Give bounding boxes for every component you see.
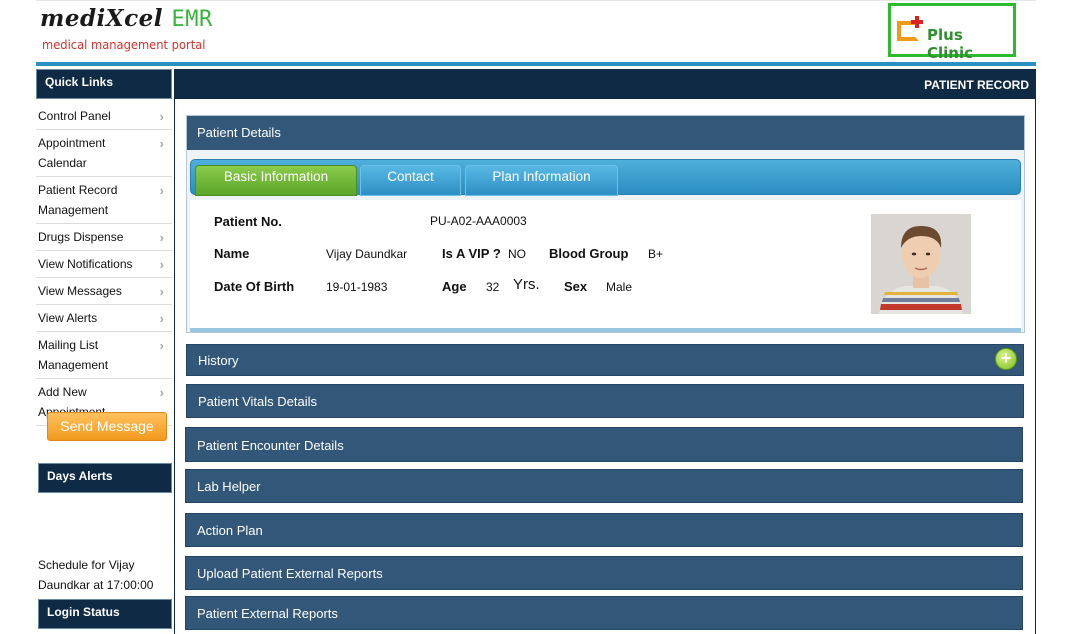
patient-no-label: Patient No. bbox=[214, 214, 282, 229]
page-title: PATIENT RECORD bbox=[175, 69, 1035, 99]
patient-photo bbox=[871, 214, 971, 314]
basic-information-pane: Patient No. PU-A02-AAA0003 Name Vijay Da… bbox=[190, 200, 1021, 328]
section-patient-external-reports[interactable]: Patient External Reports bbox=[185, 596, 1023, 630]
days-alerts-title: Days Alerts bbox=[38, 463, 172, 493]
tab-basic-information[interactable]: Basic Information bbox=[195, 165, 357, 196]
chevron-right-icon: › bbox=[159, 385, 164, 400]
app-header: mediXcel EMR medical management portal P… bbox=[36, 0, 1036, 62]
sidebar-item-label: Mailing List Management bbox=[38, 338, 109, 372]
login-status-title: Login Status bbox=[38, 599, 172, 629]
sex-label: Sex bbox=[564, 279, 588, 294]
patient-avatar-image bbox=[871, 214, 971, 314]
chevron-right-icon: › bbox=[159, 284, 164, 299]
sidebar-item-view-notifications[interactable]: View Notifications › bbox=[36, 251, 172, 278]
sidebar-item-view-alerts[interactable]: View Alerts › bbox=[36, 305, 172, 332]
main-content: PATIENT RECORD Patient Details Basic Inf… bbox=[174, 69, 1036, 634]
quick-links-title: Quick Links bbox=[36, 69, 172, 99]
vip-label: Is A VIP ? bbox=[442, 246, 501, 261]
sidebar-item-control-panel[interactable]: Control Panel › bbox=[36, 103, 172, 130]
chevron-right-icon: › bbox=[159, 136, 164, 151]
sidebar-item-view-messages[interactable]: View Messages › bbox=[36, 278, 172, 305]
age-label: Age bbox=[442, 279, 467, 294]
sidebar: Quick Links Control Panel › Appointment C… bbox=[36, 69, 172, 634]
section-upload-patient-external-reports[interactable]: Upload Patient External Reports bbox=[185, 556, 1023, 590]
blood-group-label: Blood Group bbox=[549, 246, 629, 261]
section-patient-encounter-details[interactable]: Patient Encounter Details bbox=[185, 427, 1023, 462]
sidebar-item-appointment-calendar[interactable]: Appointment Calendar › bbox=[36, 130, 172, 177]
section-action-plan-label: Action Plan bbox=[197, 523, 263, 538]
section-history[interactable]: History + bbox=[186, 344, 1024, 376]
chevron-right-icon: › bbox=[159, 311, 164, 326]
patient-details-title[interactable]: Patient Details bbox=[187, 116, 1024, 150]
name-value: Vijay Daundkar bbox=[326, 247, 408, 261]
alert-item[interactable]: Schedule for Vijay Daundkar at 17:00:00 bbox=[38, 555, 172, 595]
chevron-right-icon: › bbox=[159, 183, 164, 198]
send-message-button[interactable]: Send Message bbox=[47, 412, 167, 441]
header-divider bbox=[36, 62, 1036, 66]
sidebar-item-drugs-dispense[interactable]: Drugs Dispense › bbox=[36, 224, 172, 251]
chevron-right-icon: › bbox=[159, 338, 164, 353]
sidebar-item-label: Patient Record Management bbox=[38, 183, 118, 217]
sidebar-item-label: View Alerts bbox=[38, 311, 98, 325]
clinic-name: Plus Clinic bbox=[927, 26, 974, 62]
sidebar-item-label: View Notifications bbox=[38, 257, 133, 271]
chevron-right-icon: › bbox=[159, 257, 164, 272]
sex-value: Male bbox=[606, 280, 633, 294]
blood-group-value: B+ bbox=[648, 247, 664, 261]
section-lab-helper[interactable]: Lab Helper bbox=[185, 469, 1023, 503]
clinic-logo: Plus Clinic bbox=[888, 3, 1016, 62]
vip-value: NO bbox=[508, 247, 526, 261]
tab-bar: Basic Information Contact Plan Informati… bbox=[190, 159, 1021, 196]
chevron-right-icon: › bbox=[159, 109, 164, 124]
panel-bottom-strip bbox=[190, 328, 1021, 332]
sidebar-item-mailing-list-management[interactable]: Mailing List Management › bbox=[36, 332, 172, 379]
dob-value: 19-01-1983 bbox=[326, 280, 388, 294]
sidebar-item-label: View Messages bbox=[38, 284, 122, 298]
sidebar-item-label: Drugs Dispense bbox=[38, 230, 124, 244]
dob-label: Date Of Birth bbox=[214, 279, 295, 294]
section-patient-vitals-details[interactable]: Patient Vitals Details bbox=[186, 384, 1024, 418]
sidebar-item-patient-record-management[interactable]: Patient Record Management › bbox=[36, 177, 172, 224]
logo-tagline: medical management portal bbox=[42, 37, 206, 52]
age-value: 32 bbox=[486, 280, 500, 294]
section-action-plan[interactable]: Action Plan bbox=[185, 513, 1023, 547]
logo-suffix: EMR bbox=[171, 7, 213, 32]
app-logo[interactable]: mediXcel EMR bbox=[40, 5, 213, 32]
add-history-icon[interactable]: + bbox=[995, 348, 1017, 370]
section-external-reports-label: Patient External Reports bbox=[197, 606, 338, 621]
patient-no-value: PU-A02-AAA0003 bbox=[430, 214, 527, 228]
section-lab-helper-label: Lab Helper bbox=[197, 479, 261, 494]
quick-links-list: Control Panel › Appointment Calendar › Pat… bbox=[36, 103, 172, 426]
age-unit: Yrs. bbox=[513, 276, 540, 293]
sidebar-item-label: Appointment Calendar bbox=[38, 136, 106, 170]
tab-plan-information[interactable]: Plan Information bbox=[465, 165, 618, 196]
section-history-label: History bbox=[198, 353, 239, 368]
patient-details-panel: Patient Details Basic Information Contac… bbox=[186, 115, 1025, 333]
chevron-right-icon: › bbox=[159, 230, 164, 245]
sidebar-item-label: Control Panel bbox=[38, 109, 111, 123]
name-label: Name bbox=[214, 246, 250, 261]
section-encounter-label: Patient Encounter Details bbox=[197, 438, 344, 453]
section-vitals-label: Patient Vitals Details bbox=[198, 394, 317, 409]
tab-contact[interactable]: Contact bbox=[360, 165, 461, 196]
logo-brand: mediXcel bbox=[40, 5, 164, 32]
section-upload-reports-label: Upload Patient External Reports bbox=[197, 566, 383, 581]
